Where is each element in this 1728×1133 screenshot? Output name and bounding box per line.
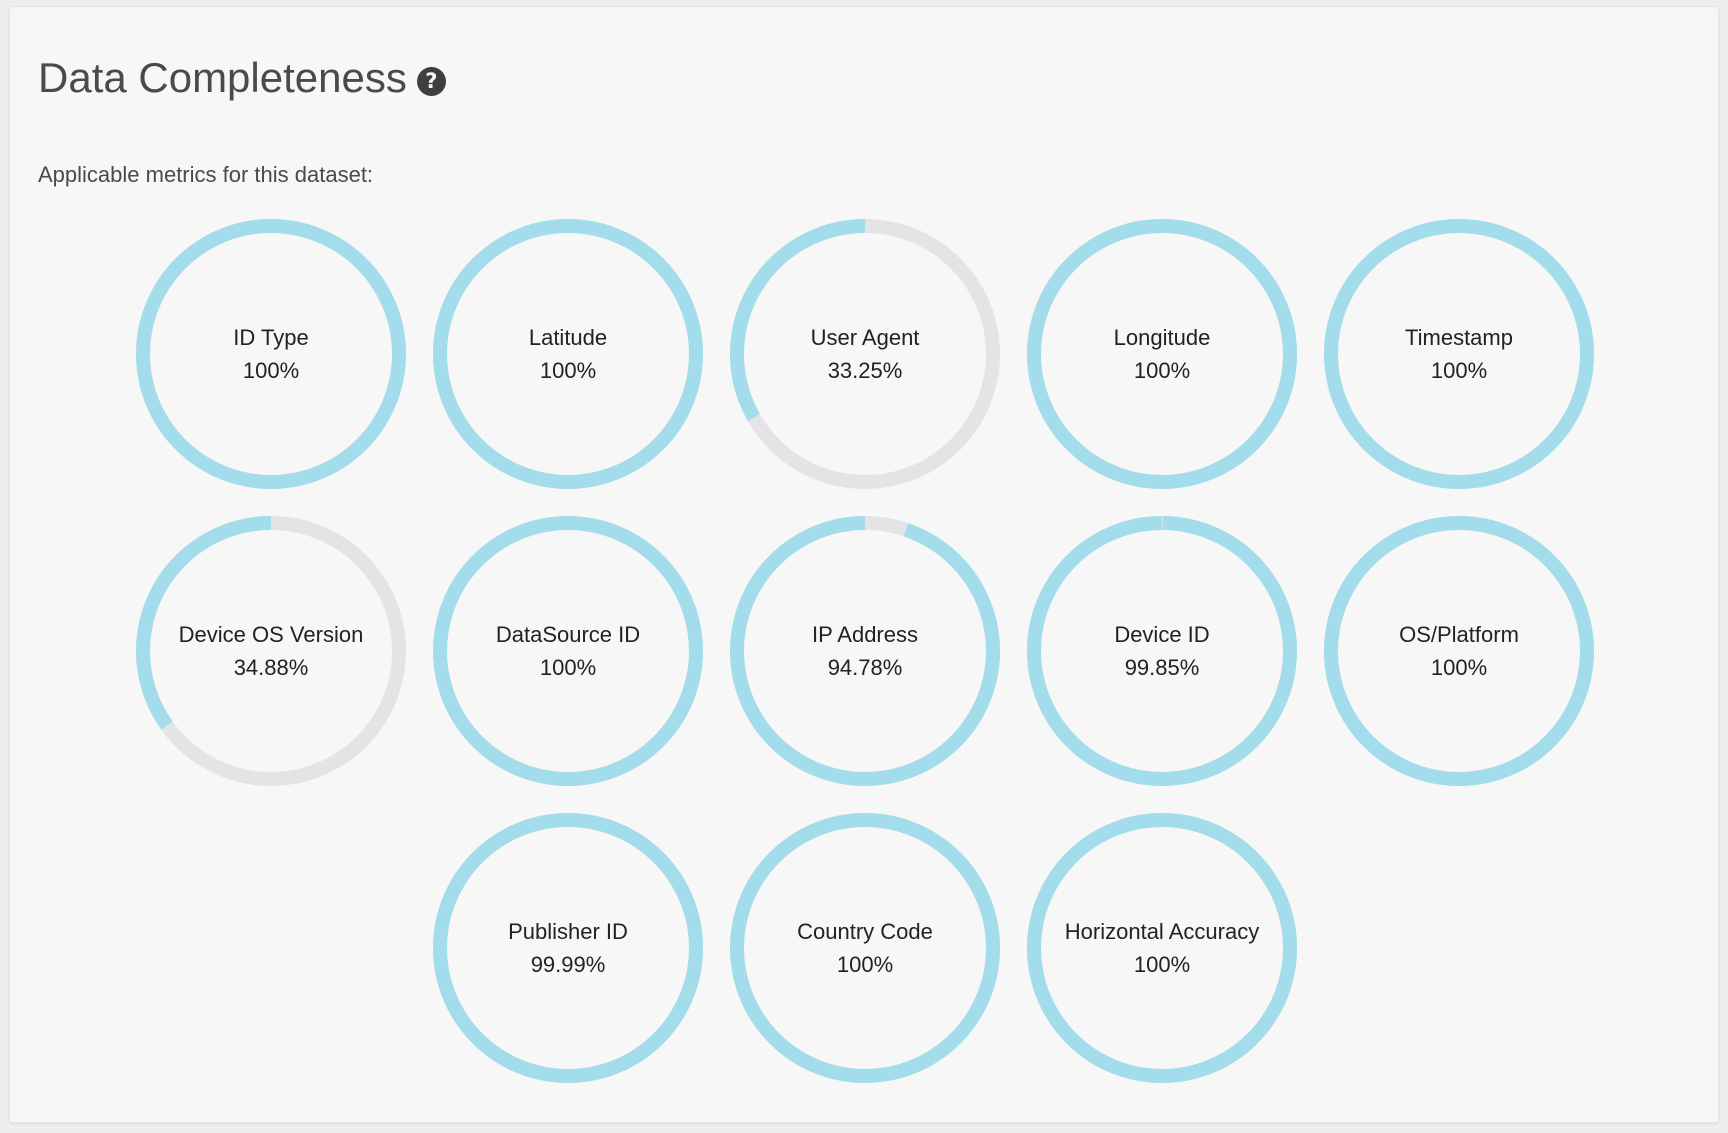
subtitle: Applicable metrics for this dataset: [38, 162, 374, 187]
metric-value: 100% [1133, 952, 1191, 977]
gauge-text: Latitude 100% [433, 219, 703, 489]
title-row: Data Completeness ? [38, 57, 446, 99]
metric-gauge: Device ID 99.85% [1027, 516, 1297, 786]
gauge-text: ID Type 100% [136, 219, 406, 489]
page-title: Data Completeness [38, 54, 407, 101]
gauge-text: OS/Platform 100% [1324, 516, 1594, 786]
metric-label: Horizontal Accuracy [1064, 919, 1260, 944]
metric-label: Device ID [1114, 622, 1210, 647]
metric-label: Timestamp [1405, 325, 1513, 350]
metric-gauge: Horizontal Accuracy 100% [1027, 813, 1297, 1083]
metric-gauge: Country Code 100% [730, 813, 1000, 1083]
gauge-text: Horizontal Accuracy 100% [1027, 813, 1297, 1083]
metric-value: 100% [1430, 358, 1488, 383]
metric-label: Longitude [1113, 325, 1211, 350]
gauge-text: User Agent 33.25% [730, 219, 1000, 489]
gauge-text: Device ID 99.85% [1027, 516, 1297, 786]
gauge-text: Timestamp 100% [1324, 219, 1594, 489]
metric-gauge: DataSource ID 100% [433, 516, 703, 786]
question-circle-icon[interactable]: ? [416, 66, 446, 96]
metric-label: DataSource ID [495, 622, 641, 647]
metric-gauge: Latitude 100% [433, 219, 703, 489]
metric-value: 99.99% [530, 952, 606, 977]
metric-gauge: Timestamp 100% [1324, 219, 1594, 489]
metric-gauge: IP Address 94.78% [730, 516, 1000, 786]
metric-gauge: Longitude 100% [1027, 219, 1297, 489]
metric-value: 100% [1133, 358, 1191, 383]
metric-gauge: Device OS Version 34.88% [136, 516, 406, 786]
metric-value: 100% [539, 655, 597, 680]
gauge-text: DataSource ID 100% [433, 516, 703, 786]
metric-value: 94.78% [827, 655, 903, 680]
gauge-text: Publisher ID 99.99% [433, 813, 703, 1083]
metric-value: 100% [539, 358, 597, 383]
metric-label: Country Code [797, 919, 933, 944]
metric-label: Latitude [528, 325, 608, 350]
metric-value: 99.85% [1124, 655, 1200, 680]
gauge-text: Device OS Version 34.88% [136, 516, 406, 786]
metric-label: OS/Platform [1399, 622, 1519, 647]
metric-value: 100% [836, 952, 894, 977]
metric-gauge: ID Type 100% [136, 219, 406, 489]
metric-label: IP Address [812, 622, 918, 647]
metric-gauge: Publisher ID 99.99% [433, 813, 703, 1083]
metric-label: Publisher ID [508, 919, 628, 944]
gauge-text: Country Code 100% [730, 813, 1000, 1083]
gauge-text: IP Address 94.78% [730, 516, 1000, 786]
metric-label: User Agent [810, 325, 920, 350]
metric-value: 33.25% [827, 358, 903, 383]
metric-label: ID Type [233, 325, 309, 350]
metric-label: Device OS Version [178, 622, 364, 647]
metric-value: 100% [242, 358, 300, 383]
metric-gauge: User Agent 33.25% [730, 219, 1000, 489]
data-completeness-panel: Data Completeness ? Applicable metrics f… [9, 6, 1719, 1123]
metric-gauge: OS/Platform 100% [1324, 516, 1594, 786]
metric-value: 34.88% [233, 655, 309, 680]
metric-value: 100% [1430, 655, 1488, 680]
gauge-text: Longitude 100% [1027, 219, 1297, 489]
